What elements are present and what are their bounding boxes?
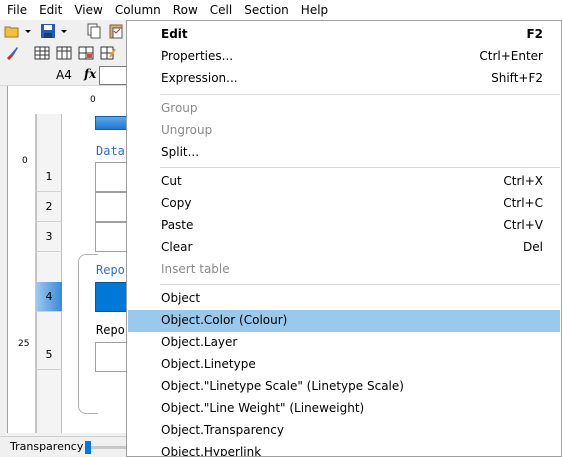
vruler-mark-25: 25	[18, 339, 30, 349]
table-columns-icon[interactable]	[56, 45, 72, 61]
ctx-separator	[160, 94, 560, 95]
ctx-cut-shortcut: Ctrl+X	[503, 174, 543, 188]
toolbar-format	[0, 42, 128, 64]
ctx-properties[interactable]: Properties... Ctrl+Enter	[128, 46, 560, 68]
menu-column[interactable]: Column	[109, 0, 167, 20]
formula-input[interactable]	[99, 66, 128, 85]
section-label-data: Data	[96, 144, 125, 158]
ctx-cut-label: Cut	[161, 174, 182, 188]
cell-row-5[interactable]	[95, 342, 128, 372]
ctx-expression-label: Expression...	[161, 71, 238, 85]
ctx-object-transparency[interactable]: Object.Transparency	[128, 420, 560, 442]
vruler-mark-0: 0	[22, 156, 28, 166]
cell-reference: A4	[56, 68, 72, 82]
menu-file[interactable]: File	[1, 0, 33, 20]
context-menu: Edit F2 Properties... Ctrl+Enter Express…	[126, 20, 562, 457]
ctx-object-hyperlink-label: Object.Hyperlink	[161, 445, 262, 457]
ctx-insert-table-label: Insert table	[161, 262, 230, 276]
ctx-group-label: Group	[161, 101, 198, 115]
ctx-object-hyperlink[interactable]: Object.Hyperlink	[128, 442, 560, 457]
ctx-object-layer[interactable]: Object.Layer	[128, 332, 560, 354]
ctx-object-linetype[interactable]: Object.Linetype	[128, 354, 560, 376]
left-gutter	[0, 86, 8, 433]
status-bar: Transparency	[0, 436, 128, 457]
ctx-paste-label: Paste	[161, 218, 194, 232]
fx-icon[interactable]: fx	[84, 67, 96, 81]
transparency-slider-track[interactable]	[86, 446, 128, 449]
ctx-copy[interactable]: Copy Ctrl+C	[128, 193, 560, 215]
cell-row-1[interactable]	[95, 162, 128, 192]
cell-text-report: Repo	[96, 323, 125, 337]
formula-bar: A4 fx	[0, 64, 128, 86]
ctx-copy-label: Copy	[161, 196, 192, 210]
save-icon[interactable]	[40, 23, 56, 39]
ctx-object-layer-label: Object.Layer	[161, 335, 238, 349]
row-header-1[interactable]: 1	[36, 162, 62, 192]
ctx-ungroup[interactable]: Ungroup	[128, 120, 560, 142]
ctx-ungroup-label: Ungroup	[161, 123, 213, 137]
ctx-clear[interactable]: Clear Del	[128, 237, 560, 259]
row-header-5[interactable]: 5	[36, 340, 62, 370]
transparency-slider-thumb[interactable]	[85, 441, 91, 454]
copy-icon[interactable]	[86, 23, 102, 39]
ctx-insert-table[interactable]: Insert table	[128, 259, 560, 281]
ctx-expression[interactable]: Expression... Shift+F2	[128, 68, 560, 90]
row-header-4[interactable]: 4	[36, 282, 62, 312]
hruler-mark-0: 0	[90, 95, 96, 105]
menu-help[interactable]: Help	[295, 0, 334, 20]
ctx-object-linetype-scale[interactable]: Object."Linetype Scale" (Linetype Scale)	[128, 376, 560, 398]
ctx-properties-label: Properties...	[161, 49, 234, 63]
report-group-bracket	[78, 254, 98, 414]
ctx-object-transparency-label: Object.Transparency	[161, 423, 284, 437]
menu-cell[interactable]: Cell	[204, 0, 238, 20]
open-dropdown-chevron-icon[interactable]	[24, 23, 32, 39]
ctx-object-line-weight[interactable]: Object."Line Weight" (Lineweight)	[128, 398, 560, 420]
cell-row-3[interactable]	[95, 222, 128, 252]
save-dropdown-chevron-icon[interactable]	[60, 23, 68, 39]
ctx-separator	[160, 284, 560, 285]
ctx-cut[interactable]: Cut Ctrl+X	[128, 171, 560, 193]
ctx-object-line-weight-label: Object."Line Weight" (Lineweight)	[161, 401, 365, 415]
menu-edit[interactable]: Edit	[33, 0, 68, 20]
menu-view[interactable]: View	[68, 0, 108, 20]
table-icon[interactable]	[34, 45, 50, 61]
ctx-clear-shortcut: Del	[523, 240, 543, 254]
ctx-paste[interactable]: Paste Ctrl+V	[128, 215, 560, 237]
ctx-object-label: Object	[161, 291, 201, 305]
ctx-object-linetype-label: Object.Linetype	[161, 357, 256, 371]
menu-section[interactable]: Section	[238, 0, 295, 20]
row-header-2[interactable]: 2	[36, 192, 62, 222]
cell-row-2[interactable]	[95, 192, 128, 222]
ctx-object-linetype-scale-label: Object."Linetype Scale" (Linetype Scale)	[161, 379, 404, 393]
ctx-object-color-label: Object.Color (Colour)	[161, 313, 288, 327]
menu-row[interactable]: Row	[167, 0, 204, 20]
table-edit-icon[interactable]	[100, 45, 116, 61]
menu-bar: File Edit View Column Row Cell Section H…	[0, 0, 562, 20]
cell-row-4-selected[interactable]	[95, 282, 128, 312]
ctx-split[interactable]: Split...	[128, 142, 560, 164]
sheet-editor[interactable]: 0 25 0 1 2 3 4 5 Data Repo Repo	[0, 86, 128, 433]
ctx-edit[interactable]: Edit F2	[128, 24, 560, 46]
ctx-clear-label: Clear	[161, 240, 193, 254]
section-label-report: Repo	[96, 263, 125, 277]
open-folder-icon[interactable]	[4, 23, 20, 39]
ctx-paste-shortcut: Ctrl+V	[503, 218, 543, 232]
ctx-object-color[interactable]: Object.Color (Colour)	[128, 310, 560, 332]
ctx-object[interactable]: Object	[128, 288, 560, 310]
ctx-separator	[160, 167, 560, 168]
toolbar-standard	[0, 20, 128, 42]
table-insert-icon[interactable]	[78, 45, 94, 61]
column-header-selected[interactable]	[95, 116, 128, 130]
transparency-label: Transparency	[10, 440, 84, 453]
paste-icon[interactable]	[108, 23, 124, 39]
ctx-expression-shortcut: Shift+F2	[491, 71, 543, 85]
ctx-properties-shortcut: Ctrl+Enter	[479, 49, 543, 63]
ctx-copy-shortcut: Ctrl+C	[503, 196, 543, 210]
ctx-group[interactable]: Group	[128, 98, 560, 120]
ctx-edit-shortcut: F2	[526, 27, 543, 41]
row-header-3[interactable]: 3	[36, 222, 62, 252]
ctx-edit-label: Edit	[161, 27, 188, 41]
brush-icon[interactable]	[4, 45, 20, 61]
ctx-split-label: Split...	[161, 145, 200, 159]
